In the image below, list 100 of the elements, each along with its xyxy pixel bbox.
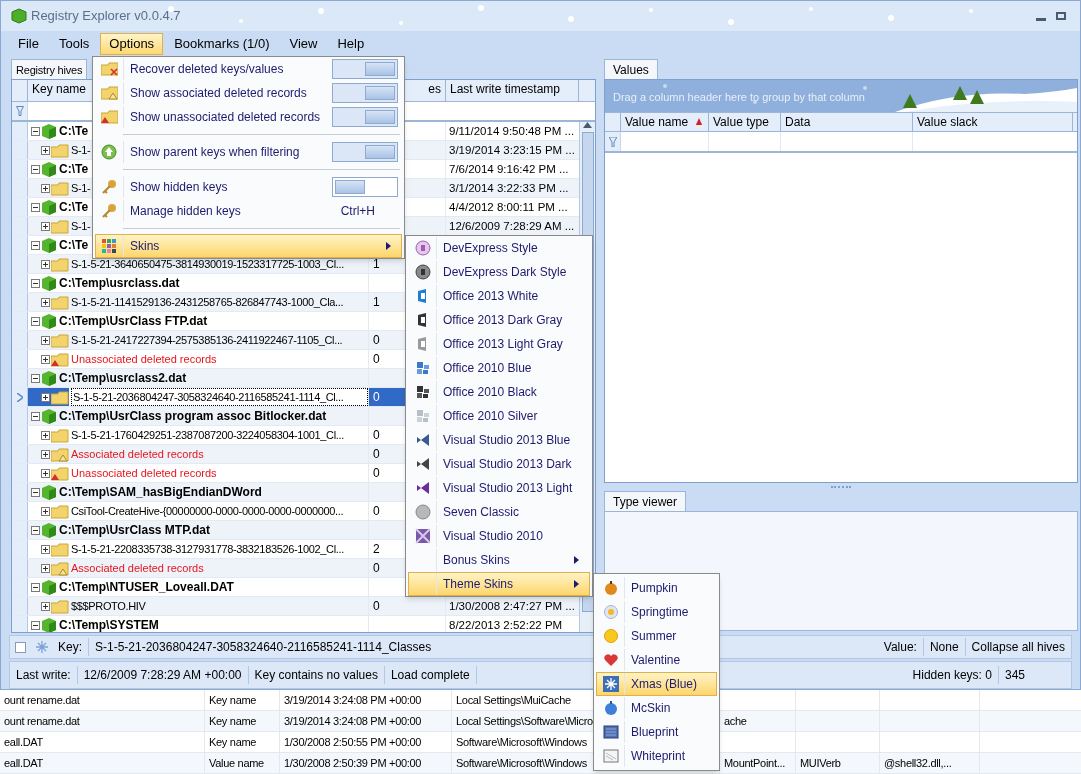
row-header[interactable] (12, 464, 28, 482)
menu-item[interactable]: Summer (596, 624, 717, 648)
key-name[interactable]: S-1-5-21-2417227394-2575385136-2411922467-1105_Cl... (71, 331, 343, 349)
key-name[interactable]: S-1- (71, 179, 91, 197)
menu-item[interactable]: Show parent keys when filtering (95, 140, 402, 164)
expand-icon[interactable] (41, 506, 50, 516)
hive-name[interactable]: C:\Te (59, 160, 89, 178)
column-header[interactable]: Value slack (917, 113, 978, 131)
menu-item[interactable]: Options (100, 33, 164, 55)
key-name[interactable]: Associated deleted records (71, 445, 204, 463)
column-header[interactable]: es (428, 82, 441, 96)
values-tab[interactable]: Values (604, 59, 658, 79)
expand-icon[interactable] (41, 259, 50, 269)
toggle-switch[interactable] (332, 83, 398, 103)
expand-icon[interactable] (41, 601, 50, 611)
key-name[interactable]: Unassociated deleted records (71, 350, 217, 368)
menu-item[interactable]: Office 2013 Dark Gray (408, 308, 590, 332)
toggle-switch[interactable] (332, 142, 398, 162)
key-name[interactable]: Associated deleted records (71, 559, 204, 577)
row-header[interactable] (12, 559, 28, 577)
collapse-icon[interactable] (31, 202, 40, 212)
collapse-icon[interactable] (31, 240, 40, 250)
menu-item[interactable]: Recover deleted keys/values (95, 57, 402, 81)
row-header[interactable] (12, 255, 28, 273)
menu-item[interactable]: Help (328, 33, 374, 55)
collapse-icon[interactable] (31, 373, 40, 383)
expand-icon[interactable] (41, 563, 50, 573)
column-header[interactable]: Key name (32, 82, 87, 96)
menu-item[interactable]: File (9, 33, 48, 55)
expand-icon[interactable] (41, 430, 50, 440)
minimize-icon[interactable] (1036, 17, 1046, 21)
hive-name[interactable]: C:\Temp\SAM_hasBigEndianDWord (59, 483, 262, 501)
key-name[interactable]: S-1- (71, 217, 91, 235)
key-name[interactable]: S-1-5-21-1141529136-2431258765-826847743-1000_Cla... (71, 293, 344, 311)
menu-item[interactable]: Show unassociated deleted records (95, 105, 402, 129)
column-header[interactable]: Last write timestamp (450, 82, 561, 96)
menu-item[interactable]: Valentine (596, 648, 717, 672)
row-header[interactable] (12, 426, 28, 444)
expand-icon[interactable] (41, 544, 50, 554)
collapse-icon[interactable] (31, 525, 40, 535)
toggle-switch[interactable] (332, 177, 398, 197)
expand-icon[interactable] (41, 145, 50, 155)
menu-item[interactable]: Bookmarks (1/0) (165, 33, 279, 55)
collapse-icon[interactable] (31, 411, 40, 421)
menu-item[interactable]: McSkin (596, 696, 717, 720)
expand-icon[interactable] (41, 297, 50, 307)
key-name[interactable]: S-1-5-21-2036804247-3058324640-2116585241-1114_Cl... (71, 388, 368, 406)
menu-item[interactable]: Show hidden keys (95, 175, 402, 199)
hive-name[interactable]: C:\Te (59, 198, 89, 216)
toggle-switch[interactable] (332, 107, 398, 127)
key-name[interactable]: S-1-5-21-3640650475-3814930019-1523317725-1003_Cl... (71, 255, 344, 273)
menu-item[interactable]: Xmas (Blue) (596, 672, 717, 696)
key-name[interactable]: $$$PROTO.HIV (71, 597, 146, 615)
column-header[interactable]: Value name (625, 113, 689, 131)
collapse-icon[interactable] (31, 278, 40, 288)
expand-icon[interactable] (41, 468, 50, 478)
column-header[interactable]: Data (785, 113, 811, 131)
menu-item[interactable]: Pumpkin (596, 576, 717, 600)
collapse-icon[interactable] (31, 126, 40, 136)
menu-item[interactable]: Show associated deleted records (95, 81, 402, 105)
menu-item[interactable]: Springtime (596, 600, 717, 624)
menu-item[interactable]: Blueprint (596, 720, 717, 744)
row-header[interactable] (12, 502, 28, 520)
menu-item[interactable]: Office 2010 Silver (408, 404, 590, 428)
expand-icon[interactable] (41, 221, 50, 231)
row-header[interactable] (12, 293, 28, 311)
collapse-all-button[interactable]: Collapse all hives (965, 636, 1071, 658)
checkbox[interactable] (15, 641, 26, 653)
hive-name[interactable]: C:\Te (59, 122, 89, 140)
splitter-handle[interactable] (831, 486, 851, 488)
menu-item[interactable]: Theme Skins (408, 572, 590, 596)
hive-name[interactable]: C:\Temp\UsrClass MTP.dat (59, 521, 210, 539)
expand-icon[interactable] (41, 392, 50, 402)
menu-item[interactable]: Manage hidden keys Ctrl+H (95, 199, 402, 223)
key-name[interactable]: S-1-5-21-2208335738-3127931778-3832183526-1002_Cl... (71, 540, 344, 558)
row-header[interactable] (12, 540, 28, 558)
key-name[interactable]: CsiTool-CreateHive-{00000000-0000-0000-0000-0000000... (71, 502, 344, 520)
hive-name[interactable]: C:\Temp\SYSTEM (59, 616, 159, 632)
menu-item[interactable]: Skins (95, 234, 402, 258)
hive-name[interactable]: C:\Temp\NTUSER_Loveall.DAT (59, 578, 234, 596)
expand-icon[interactable] (41, 335, 50, 345)
collapse-icon[interactable] (31, 620, 40, 630)
row-header[interactable] (12, 141, 28, 159)
row-header[interactable] (12, 331, 28, 349)
filter-icon[interactable] (608, 136, 617, 147)
toggle-switch[interactable] (332, 59, 398, 79)
maximize-icon[interactable] (1056, 11, 1066, 20)
column-header[interactable]: Value type (713, 113, 769, 131)
scroll-up-icon[interactable] (583, 122, 592, 128)
hive-name[interactable]: C:\Temp\usrclass.dat (59, 274, 180, 292)
key-name[interactable]: S-1- (71, 141, 91, 159)
filter-icon[interactable] (15, 106, 24, 116)
row-header[interactable] (12, 217, 28, 235)
row-header[interactable] (12, 597, 28, 615)
menu-item[interactable]: Whiteprint (596, 744, 717, 768)
collapse-icon[interactable] (31, 582, 40, 592)
key-name[interactable]: Unassociated deleted records (71, 464, 217, 482)
menu-item[interactable]: View (280, 33, 327, 55)
expand-icon[interactable] (41, 183, 50, 193)
expand-icon[interactable] (41, 354, 50, 364)
